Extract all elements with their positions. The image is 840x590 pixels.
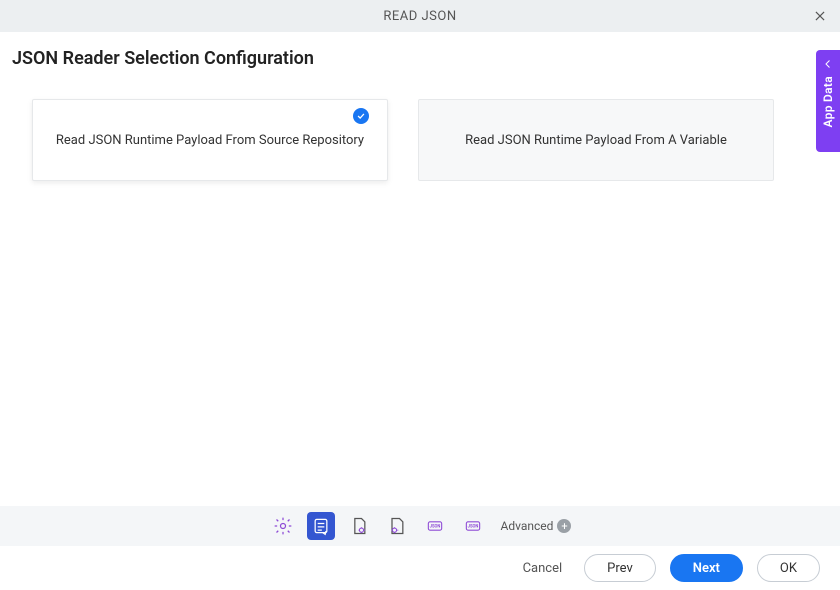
dialog-header: READ JSON	[0, 0, 840, 32]
option-cards: Read JSON Runtime Payload From Source Re…	[0, 69, 840, 181]
option-card-label: Read JSON Runtime Payload From A Variabl…	[453, 133, 739, 148]
step-settings-icon[interactable]	[269, 512, 297, 540]
bottom-toolbar: JSON JSON Advanced +	[0, 506, 840, 546]
ok-button[interactable]: OK	[757, 554, 820, 582]
dialog-title: READ JSON	[383, 9, 456, 24]
selected-check-icon	[353, 108, 369, 124]
page-title: JSON Reader Selection Configuration	[0, 32, 840, 69]
next-button[interactable]: Next	[670, 554, 743, 582]
plus-circle-icon: +	[557, 519, 571, 533]
close-icon	[813, 9, 827, 23]
app-data-side-tab[interactable]: App Data	[816, 50, 840, 152]
step-doc-config-icon[interactable]	[383, 512, 411, 540]
cancel-button[interactable]: Cancel	[515, 554, 571, 582]
side-tab-label: App Data	[821, 76, 835, 127]
advanced-label: Advanced	[501, 519, 554, 533]
option-card-variable[interactable]: Read JSON Runtime Payload From A Variabl…	[418, 99, 774, 181]
svg-text:JSON: JSON	[429, 525, 440, 530]
step-json-icon-1[interactable]: JSON	[421, 512, 449, 540]
step-doc-settings-icon[interactable]	[345, 512, 373, 540]
advanced-toggle[interactable]: Advanced +	[501, 519, 572, 533]
close-button[interactable]	[810, 6, 830, 26]
svg-text:JSON: JSON	[467, 525, 478, 530]
footer: Cancel Prev Next OK	[0, 546, 840, 590]
step-json-icon-2[interactable]: JSON	[459, 512, 487, 540]
prev-button[interactable]: Prev	[584, 554, 656, 582]
option-card-label: Read JSON Runtime Payload From Source Re…	[44, 133, 376, 148]
option-card-source-repo[interactable]: Read JSON Runtime Payload From Source Re…	[32, 99, 388, 181]
step-reader-icon[interactable]	[307, 512, 335, 540]
chevron-left-icon	[822, 58, 834, 70]
